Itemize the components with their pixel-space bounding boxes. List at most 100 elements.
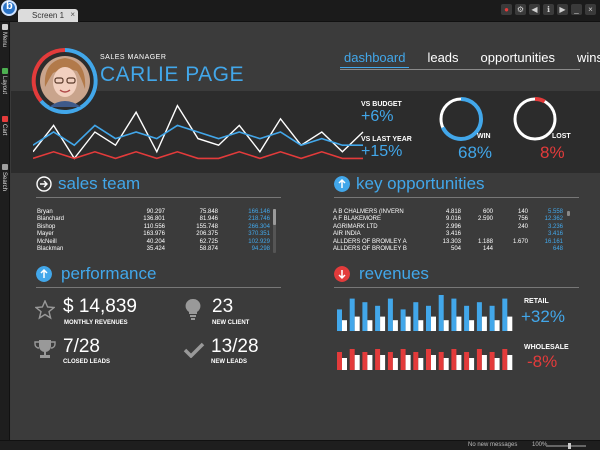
table-cell: 2.590 (477, 216, 493, 223)
arrow-up-circle-icon[interactable] (36, 266, 52, 282)
title-bar: Screen 1 × ● ⚙ ◀ ℹ ▶ _ × (0, 0, 600, 22)
wholesale-bar (387, 352, 393, 370)
opportunity-row[interactable]: ALLDERS OF BROMLEY A 13.303 1.188 1.670 16.1… (332, 238, 564, 246)
back-icon[interactable]: ◀ (529, 4, 540, 15)
table-cell: McNeill (37, 238, 57, 245)
table-cell: 218.746 (248, 216, 270, 223)
zoom-slider[interactable] (546, 443, 586, 449)
key-opportunities-table: A B CHALMERS (INVERN 4.818 600 140 5.558 A F … (332, 208, 564, 253)
retail-bar (443, 320, 449, 331)
forward-icon[interactable]: ▶ (557, 4, 568, 15)
arrow-up-circle-icon[interactable] (334, 176, 350, 192)
retail-bar (476, 302, 482, 331)
arrow-down-circle-icon[interactable] (334, 266, 350, 282)
opportunity-row[interactable]: AGRIMARK LTD 2.996 240 3.236 (332, 223, 564, 231)
table-cell: 102.929 (248, 238, 270, 245)
retail-bar (464, 305, 470, 331)
tab-label: Screen 1 (32, 11, 65, 20)
sales-team-divider (36, 197, 281, 198)
sales-team-scrollbar[interactable] (273, 209, 276, 253)
gear-icon[interactable]: ⚙ (515, 4, 526, 15)
wholesale-bar (392, 358, 398, 370)
sales-team-row[interactable]: Blanchard 136.801 81.946 218.746 (36, 216, 271, 224)
table-cell: 13.303 (442, 238, 461, 245)
new-client-value: 23 (212, 296, 234, 317)
table-cell: 58.874 (199, 246, 218, 253)
sales-team-row[interactable]: Bryan 90.297 75.848 166.146 (36, 208, 271, 216)
tab-screen-1[interactable]: Screen 1 × (18, 9, 78, 22)
opportunity-row[interactable]: ALLDERS OF BROMLEY B 504 144 648 (332, 246, 564, 254)
tab-dashboard[interactable]: dashboard (340, 50, 410, 68)
table-cell: 1.188 (477, 238, 493, 245)
sidebar-item-layout[interactable]: Layout (0, 66, 10, 116)
wholesale-bar (354, 355, 360, 370)
arrow-right-circle-icon[interactable] (36, 176, 52, 192)
table-cell: 110.556 (143, 223, 165, 230)
wholesale-bar (362, 352, 368, 370)
table-cell: 9.016 (445, 216, 461, 223)
avatar[interactable] (31, 47, 99, 115)
tab-wins[interactable]: wins (573, 50, 600, 68)
wholesale-bar (476, 349, 482, 370)
sales-team-row[interactable]: Bishop 110.556 155.748 266.304 (36, 223, 271, 231)
wholesale-label: WHOLESALE (524, 344, 569, 351)
key-opportunities-scrollbar[interactable] (567, 211, 570, 216)
tab-close-icon[interactable]: × (70, 10, 75, 19)
opportunity-row[interactable]: A F BLAKEMORE 9.016 2.590 756 12.362 (332, 216, 564, 224)
retail-bar (489, 305, 495, 331)
profile-name: CARLIE PAGE (100, 63, 244, 86)
sales-team-row[interactable]: Blackman 35.424 58.874 94.298 (36, 246, 271, 254)
sidebar-item-search[interactable]: Search (0, 162, 10, 212)
wholesale-bar (380, 355, 386, 370)
sales-team-row[interactable]: Mayer 163.976 206.375 370.351 (36, 231, 271, 239)
opportunity-row[interactable]: AIR INDIA 3.416 3.416 (332, 231, 564, 239)
win-label: WIN (477, 133, 491, 140)
retail-bar (413, 302, 419, 331)
close-icon[interactable]: × (585, 4, 596, 15)
tab-opportunities[interactable]: opportunities (477, 50, 559, 68)
wholesale-bar (494, 358, 500, 370)
wholesale-bar (431, 355, 436, 370)
new-leads-label: NEW LEADS (211, 359, 247, 365)
record-icon[interactable]: ● (501, 4, 512, 15)
sidebar-item-cart[interactable]: Cart (0, 114, 10, 164)
wholesale-bar (342, 358, 347, 370)
retail-bar (337, 309, 342, 331)
monthly-revenues-label: MONTHLY REVENUES (64, 320, 128, 326)
sales-team-row[interactable]: McNeill 40.204 62.725 102.929 (36, 238, 271, 246)
sidebar-item-label: Cart (1, 124, 7, 136)
table-cell: 166.146 (248, 208, 270, 215)
table-cell (462, 231, 494, 239)
vs-last-year-label: VS LAST YEAR (361, 136, 412, 143)
menu-icon (2, 24, 8, 30)
table-cell: 40.204 (146, 238, 165, 245)
status-messages: No new messages (468, 442, 518, 448)
sidebar-item-menu[interactable]: Menu (0, 22, 10, 72)
table-cell: 648 (552, 246, 563, 253)
table-cell: 81.946 (199, 216, 218, 223)
sidebar-item-label: Menu (1, 32, 7, 48)
table-cell: 16.161 (544, 238, 563, 245)
table-cell (462, 223, 494, 231)
wholesale-bar (400, 349, 406, 370)
win-value: 68% (458, 143, 493, 162)
performance-title: performance (61, 264, 157, 283)
minimize-icon[interactable]: _ (571, 4, 582, 15)
status-bar: No new messages 100% (0, 440, 600, 450)
wholesale-bar (489, 352, 495, 370)
table-cell: 206.375 (196, 231, 218, 238)
retail-bar (456, 316, 462, 331)
table-cell (494, 246, 529, 254)
tab-leads[interactable]: leads (423, 50, 462, 68)
cart-icon (2, 116, 8, 122)
sidebar-item-label: Search (1, 172, 7, 192)
retail-bar (418, 320, 424, 331)
trend-series-line (33, 150, 363, 160)
table-cell: 62.725 (199, 238, 218, 245)
app-logo-icon[interactable] (1, 0, 17, 16)
info-icon[interactable]: ℹ (543, 4, 554, 15)
wholesale-bar (464, 352, 470, 370)
opportunity-row[interactable]: A B CHALMERS (INVERN 4.818 600 140 5.558 (332, 208, 564, 216)
retail-bar (400, 309, 406, 331)
wholesale-bar (507, 355, 513, 370)
